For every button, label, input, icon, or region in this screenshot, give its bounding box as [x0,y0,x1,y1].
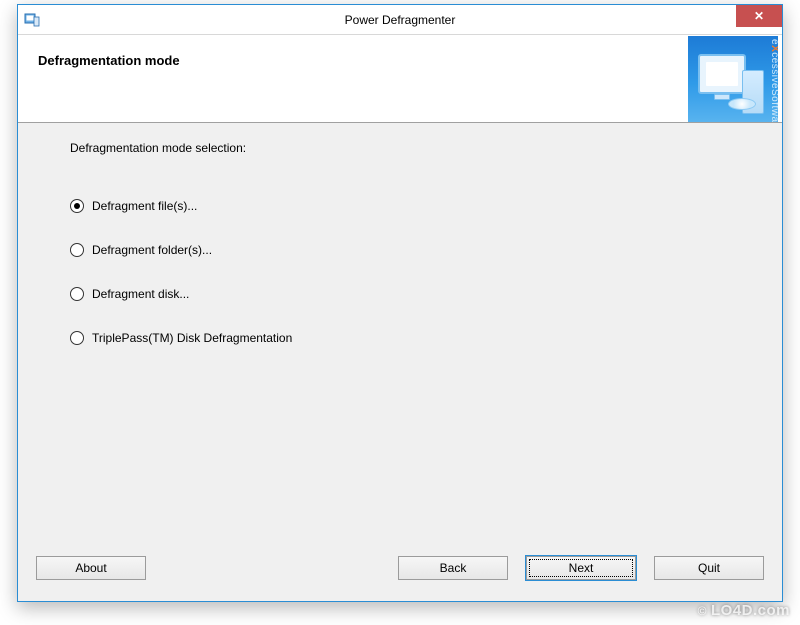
option-label: Defragment disk... [92,287,189,301]
window-title: Power Defragmenter [18,13,782,27]
option-label: Defragment file(s)... [92,199,197,213]
close-icon: ✕ [754,9,764,23]
radio-icon[interactable] [70,331,84,345]
copyright-icon: © [698,604,707,618]
page-title: Defragmentation mode [38,53,688,68]
radio-icon[interactable] [70,287,84,301]
watermark-text: LO4D.com [711,602,790,619]
radio-icon[interactable] [70,199,84,213]
wizard-header: Defragmentation mode eXcessive Software [18,35,782,123]
option-defragment-disk[interactable]: Defragment disk... [70,287,744,301]
option-defragment-folders[interactable]: Defragment folder(s)... [70,243,744,257]
next-button[interactable]: Next [526,556,636,580]
titlebar: Power Defragmenter ✕ [18,5,782,35]
brand-text: eXcessive Software [769,39,778,122]
option-triplepass[interactable]: TriplePass(TM) Disk Defragmentation [70,331,744,345]
back-button[interactable]: Back [398,556,508,580]
radio-icon[interactable] [70,243,84,257]
button-bar: About Back Next Quit [18,535,782,601]
option-label: Defragment folder(s)... [92,243,212,257]
watermark: © LO4D.com [698,602,790,619]
disc-icon [728,98,756,110]
option-label: TriplePass(TM) Disk Defragmentation [92,331,292,345]
app-icon [24,12,40,28]
client-area: Defragmentation mode eXcessive Software … [18,35,782,601]
option-defragment-files[interactable]: Defragment file(s)... [70,199,744,213]
quit-button[interactable]: Quit [654,556,764,580]
prompt-label: Defragmentation mode selection: [70,141,744,155]
about-button[interactable]: About [36,556,146,580]
window-frame: Power Defragmenter ✕ Defragmentation mod… [17,4,783,602]
monitor-icon [698,54,746,94]
brand-banner: eXcessive Software [688,36,778,122]
close-button[interactable]: ✕ [736,5,782,27]
content-area: Defragmentation mode selection: Defragme… [18,123,782,535]
